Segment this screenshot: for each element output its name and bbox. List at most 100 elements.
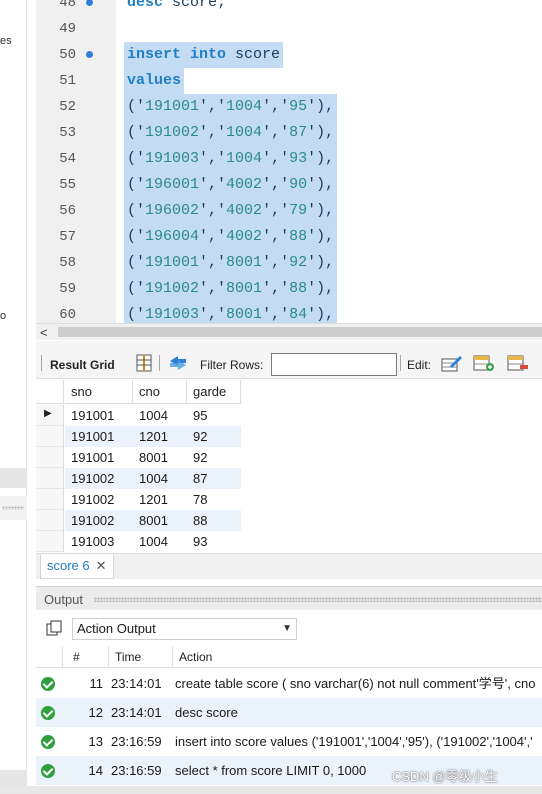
row-header[interactable] (36, 489, 64, 510)
code-line[interactable]: 50 insert into score (36, 42, 542, 68)
column-header-sno[interactable]: sno (65, 380, 133, 404)
code-text: insert into score (124, 42, 284, 68)
sql-token: ',' (262, 176, 290, 193)
sql-token: (' (127, 280, 146, 297)
row-header[interactable] (36, 426, 64, 447)
sql-string: 196001 (145, 176, 200, 193)
grid-layout-icon[interactable] (135, 354, 157, 374)
row-header[interactable] (36, 531, 64, 552)
table-cell[interactable]: 191002 (65, 468, 114, 489)
code-line[interactable]: 48 desc score; (36, 0, 542, 16)
sql-string: 88 (289, 280, 308, 297)
scrollbar-thumb[interactable] (58, 327, 542, 337)
table-cell[interactable]: 87 (187, 468, 207, 489)
code-line[interactable]: 52 ('191001','1004','95'), (36, 94, 542, 120)
table-cell[interactable]: 95 (187, 405, 207, 426)
sql-token: '), (307, 98, 335, 115)
line-number: 58 (59, 255, 76, 271)
code-line[interactable]: 54 ('191003','1004','93'), (36, 146, 542, 172)
delete-row-icon[interactable] (507, 354, 529, 374)
line-number: 57 (59, 229, 76, 245)
log-header-time[interactable]: Time (109, 646, 173, 668)
toolbar-separator (400, 355, 401, 371)
sql-string: 8001 (226, 306, 263, 323)
line-number: 55 (59, 177, 76, 193)
table-cell[interactable]: 88 (187, 510, 207, 531)
table-cell[interactable]: 92 (187, 426, 207, 447)
edit-row-icon[interactable] (441, 354, 463, 374)
log-number: 11 (89, 676, 104, 691)
code-line[interactable]: 60 ('191003','8001','84'), (36, 302, 542, 323)
sidebar-splitter[interactable] (0, 496, 27, 520)
sql-string: 191002 (145, 124, 200, 141)
log-header-status (36, 646, 63, 668)
table-cell[interactable]: 191002 (65, 489, 114, 510)
code-line[interactable]: 58 ('191001','8001','92'), (36, 250, 542, 276)
code-line[interactable]: 53 ('191002','1004','87'), (36, 120, 542, 146)
action-output-log[interactable]: # Time Action 11 23:14:01 create table sco… (36, 646, 542, 786)
sql-editor[interactable]: 48 desc score; 49 50 insert into score 51 valu… (36, 0, 542, 323)
code-line[interactable]: 59 ('191002','8001','88'), (36, 276, 542, 302)
code-line[interactable]: 56 ('196002','4002','79'), (36, 198, 542, 224)
tab-score-result[interactable]: score 6 ✕ (40, 554, 114, 579)
row-header[interactable] (36, 510, 64, 531)
current-row-icon: ▶ (44, 408, 52, 419)
success-check-icon (41, 764, 55, 778)
table-cell[interactable]: 1201 (133, 489, 168, 510)
table-cell[interactable]: 1004 (133, 405, 168, 426)
code-line[interactable]: 57 ('196004','4002','88'), (36, 224, 542, 250)
copy-icon[interactable] (46, 620, 62, 636)
code-line[interactable]: 55 ('196001','4002','90'), (36, 172, 542, 198)
code-line[interactable]: 49 (36, 16, 542, 42)
row-header[interactable]: ▶ (36, 405, 64, 426)
sql-string: 1004 (226, 98, 263, 115)
success-check-icon (41, 677, 55, 691)
table-cell[interactable]: 8001 (133, 510, 168, 531)
row-header[interactable] (36, 468, 64, 489)
sql-token: ',' (199, 228, 227, 245)
table-cell[interactable]: 1201 (133, 426, 168, 447)
table-cell[interactable]: 1004 (133, 468, 168, 489)
row-header[interactable] (36, 447, 64, 468)
code-text: ('191003','1004','93'), (124, 146, 338, 172)
code-line[interactable]: 51 values (36, 68, 542, 94)
add-row-icon[interactable] (473, 354, 495, 374)
code-text: ('191001','8001','92'), (124, 250, 338, 276)
panel-grip[interactable] (94, 597, 542, 602)
table-cell[interactable]: 191003 (65, 531, 114, 552)
table-cell[interactable]: 93 (187, 531, 207, 552)
table-cell[interactable]: 8001 (133, 447, 168, 468)
log-time: 23:16:59 (111, 763, 162, 778)
log-row[interactable]: 11 23:14:01 create table score ( sno varch… (36, 669, 542, 698)
log-header-number[interactable]: # (63, 646, 109, 668)
output-type-select[interactable]: Action Output ▼ (72, 618, 297, 640)
sidebar-text-fragment: o (0, 310, 7, 322)
sql-token: ',' (199, 98, 227, 115)
log-row[interactable]: 12 23:14:01 desc score (36, 698, 542, 727)
scroll-left-icon[interactable]: < (40, 325, 48, 340)
table-cell[interactable]: 191002 (65, 510, 114, 531)
table-cell[interactable]: 191001 (65, 447, 114, 468)
table-cell[interactable]: 1004 (133, 531, 168, 552)
table-cell[interactable]: 191001 (65, 426, 114, 447)
sql-token: (' (127, 254, 146, 271)
table-cell[interactable]: 92 (187, 447, 207, 468)
result-grid[interactable]: sno cno garde ▶ 191001 1004 95 191001 1201 92 1… (36, 380, 542, 553)
sql-token: ',' (262, 98, 290, 115)
refresh-icon[interactable] (167, 354, 189, 374)
code-text: ('191002','1004','87'), (124, 120, 338, 146)
table-cell[interactable]: 78 (187, 489, 207, 510)
table-cell[interactable]: 191001 (65, 405, 114, 426)
close-icon[interactable]: ✕ (96, 558, 107, 573)
column-header-cno[interactable]: cno (133, 380, 187, 404)
log-row[interactable]: 13 23:16:59 insert into score values ('191… (36, 727, 542, 756)
line-number: 60 (59, 307, 76, 323)
sql-token: (' (127, 124, 146, 141)
log-header-action[interactable]: Action (173, 646, 542, 668)
result-grid-button[interactable]: Result Grid (50, 358, 115, 372)
left-sidebar: es o (0, 0, 27, 794)
editor-horizontal-scrollbar[interactable]: < (36, 323, 542, 340)
filter-rows-input[interactable] (271, 353, 397, 376)
sql-string: 1004 (226, 150, 263, 167)
column-header-garde[interactable]: garde (187, 380, 241, 404)
